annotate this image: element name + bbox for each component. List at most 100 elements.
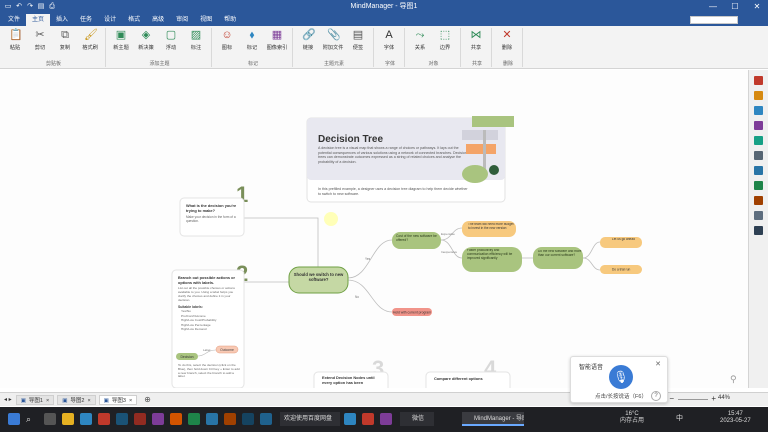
ribbon-button-1-2[interactable]: ▢ 浮动 <box>160 29 182 53</box>
navigator-icon[interactable] <box>754 211 763 220</box>
app-icon-9[interactable] <box>242 413 254 425</box>
zoom-slider[interactable] <box>678 399 708 400</box>
maximize-button[interactable]: ☐ <box>724 0 746 14</box>
explorer-icon[interactable] <box>62 413 74 425</box>
app-icon-1[interactable] <box>98 413 110 425</box>
ribbon-button-1-0[interactable]: ▣ 新主题 <box>110 29 132 53</box>
branch-cost-node[interactable]: Cost of the new software be offered? <box>392 232 441 249</box>
close-tab-icon[interactable]: × <box>129 396 132 404</box>
app-icon-11[interactable] <box>344 413 356 425</box>
ime-indicator[interactable]: 中 <box>676 412 683 426</box>
format-icon[interactable] <box>754 121 763 130</box>
app-icon-10[interactable] <box>260 413 272 425</box>
ribbon-button-0-2[interactable]: ⧉ 复制 <box>54 29 76 53</box>
tab-0[interactable]: 文件 <box>2 14 26 26</box>
app-icon-13[interactable] <box>380 413 392 425</box>
redo-icon[interactable]: ↷ <box>26 3 34 11</box>
document-tab-0[interactable]: ▣ 导图1 × <box>15 394 55 405</box>
ribbon-button-3-0[interactable]: 🔗 链接 <box>297 29 319 53</box>
tab-nav-prev[interactable]: ◂ ▸ <box>4 396 12 403</box>
library-icon[interactable] <box>754 91 763 100</box>
ribbon-button-4-0[interactable]: A 字体 <box>378 29 400 53</box>
ribbon-button-3-1[interactable]: 📎 附加文件 <box>322 29 344 53</box>
map-parts-icon[interactable] <box>754 181 763 190</box>
start-icon[interactable] <box>8 413 20 425</box>
step-4-card[interactable]: 4 Compare different options <box>425 356 511 388</box>
zoom-in-button[interactable]: + <box>711 394 716 403</box>
properties-icon[interactable] <box>754 151 763 160</box>
tab-9[interactable]: 帮助 <box>218 14 242 26</box>
add-document-button[interactable]: ⊕ <box>144 395 151 404</box>
web-icon[interactable] <box>754 226 763 235</box>
search-icon[interactable]: ⌕ <box>26 412 31 426</box>
app-icon-7[interactable] <box>206 413 218 425</box>
microphone-icon[interactable]: 🎙 <box>609 365 633 389</box>
ribbon-button-1-1[interactable]: ◈ 新决策 <box>135 29 157 53</box>
app-icon-4[interactable] <box>152 413 164 425</box>
taskbar-app-baidu[interactable]: 欢迎使用百度网盘 <box>280 412 340 426</box>
ribbon-button-3-2[interactable]: ▤ 便签 <box>347 29 369 53</box>
go-ahead-node[interactable]: Let us go ahead <box>600 237 642 248</box>
ribbon-button-5-1[interactable]: ⬚ 边界 <box>434 29 456 53</box>
step-3-card[interactable]: 3 Extend Decision Nodes until every opti… <box>313 356 389 388</box>
step-1-card[interactable]: 1 What is the decision you're trying to … <box>179 182 248 237</box>
trial-run-node[interactable]: Do a trial run <box>600 265 642 274</box>
ribbon-button-5-0[interactable]: ⤳ 关系 <box>409 29 431 53</box>
undo-icon[interactable]: ↶ <box>15 3 23 11</box>
ribbon-button-2-0[interactable]: ☺ 图标 <box>216 29 238 53</box>
app-icon-3[interactable] <box>134 413 146 425</box>
document-tab-2[interactable]: ▣ 导图3 × <box>98 394 138 405</box>
inexpensive-outcome-node[interactable]: Faster productivity and communication ef… <box>462 247 522 272</box>
search-panel-icon[interactable] <box>754 166 763 175</box>
ribbon-button-0-1[interactable]: ✂ 剪切 <box>29 29 51 53</box>
tab-4[interactable]: 设计 <box>98 14 122 26</box>
tab-6[interactable]: 高级 <box>146 14 170 26</box>
pin-icon[interactable]: ⚲ <box>730 374 738 384</box>
ribbon-button-7-0[interactable]: ✕ 删除 <box>496 29 518 53</box>
app-icon-12[interactable] <box>362 413 374 425</box>
ribbon-search-input[interactable] <box>690 16 738 24</box>
document-tab-1[interactable]: ▣ 导图2 × <box>57 394 96 405</box>
app-icon-8[interactable] <box>224 413 236 425</box>
map-canvas[interactable]: Decision Tree A decision tree is a visua… <box>0 70 748 388</box>
weather-widget[interactable]: 16°C 内存占用 <box>620 411 644 425</box>
voice-input-widget[interactable]: 智能语音 ✕ 🎙 点击/长按说话（F6） ? <box>570 356 668 403</box>
save-icon[interactable]: ▭ <box>4 3 12 11</box>
tab-1[interactable]: 主页 <box>26 14 51 26</box>
tab-8[interactable]: 视图 <box>194 14 218 26</box>
tab-7[interactable]: 审阅 <box>170 14 194 26</box>
edge-icon[interactable] <box>80 413 92 425</box>
step-2-card[interactable]: 2 Branch out possible actions or options… <box>171 261 248 388</box>
taskbar-app-wechat[interactable]: 微信 <box>400 412 434 426</box>
ribbon-button-2-1[interactable]: ⬧ 标记 <box>241 29 263 53</box>
root-decision-node[interactable]: Should we switch to new software? <box>288 266 349 294</box>
ribbon-button-0-3[interactable]: 🖌 格式刷 <box>79 29 101 53</box>
task-view-icon[interactable] <box>44 413 56 425</box>
app-icon-2[interactable] <box>116 413 128 425</box>
tab-2[interactable]: 插入 <box>50 14 74 26</box>
zoom-out-button[interactable]: − <box>669 394 674 403</box>
filter-icon[interactable] <box>754 196 763 205</box>
app-icon-6[interactable] <box>188 413 200 425</box>
ribbon-button-2-2[interactable]: ▦ 图像索引 <box>266 29 288 53</box>
close-tab-icon[interactable]: × <box>87 396 90 404</box>
header-card[interactable]: Decision Tree A decision tree is a visua… <box>306 116 514 203</box>
branch-hold-node[interactable]: Hold with current program <box>392 308 432 316</box>
task-pane-icon[interactable] <box>754 76 763 85</box>
app-icon-5[interactable] <box>170 413 182 425</box>
markers-icon[interactable] <box>754 136 763 145</box>
expensive-outcome-node[interactable]: The team will need more budget to invest… <box>462 221 516 237</box>
open-icon[interactable]: ▤ <box>37 3 45 11</box>
voice-help-icon[interactable]: ? <box>651 391 661 401</box>
minimize-button[interactable]: — <box>702 0 724 14</box>
topic-notes-icon[interactable] <box>754 106 763 115</box>
clock[interactable]: 15:47 2023-05-27 <box>720 411 751 425</box>
ribbon-button-1-3[interactable]: ▨ 标注 <box>185 29 207 53</box>
close-tab-icon[interactable]: × <box>46 396 49 404</box>
tab-3[interactable]: 任务 <box>74 14 98 26</box>
ribbon-button-6-0[interactable]: ⋈ 共享 <box>465 29 487 53</box>
tab-5[interactable]: 格式 <box>122 14 146 26</box>
voice-close-icon[interactable]: ✕ <box>655 360 661 368</box>
print-icon[interactable]: ⎙ <box>48 3 56 11</box>
taskbar-app-mindmanager[interactable]: MindManager - 导图1 <box>462 412 524 426</box>
